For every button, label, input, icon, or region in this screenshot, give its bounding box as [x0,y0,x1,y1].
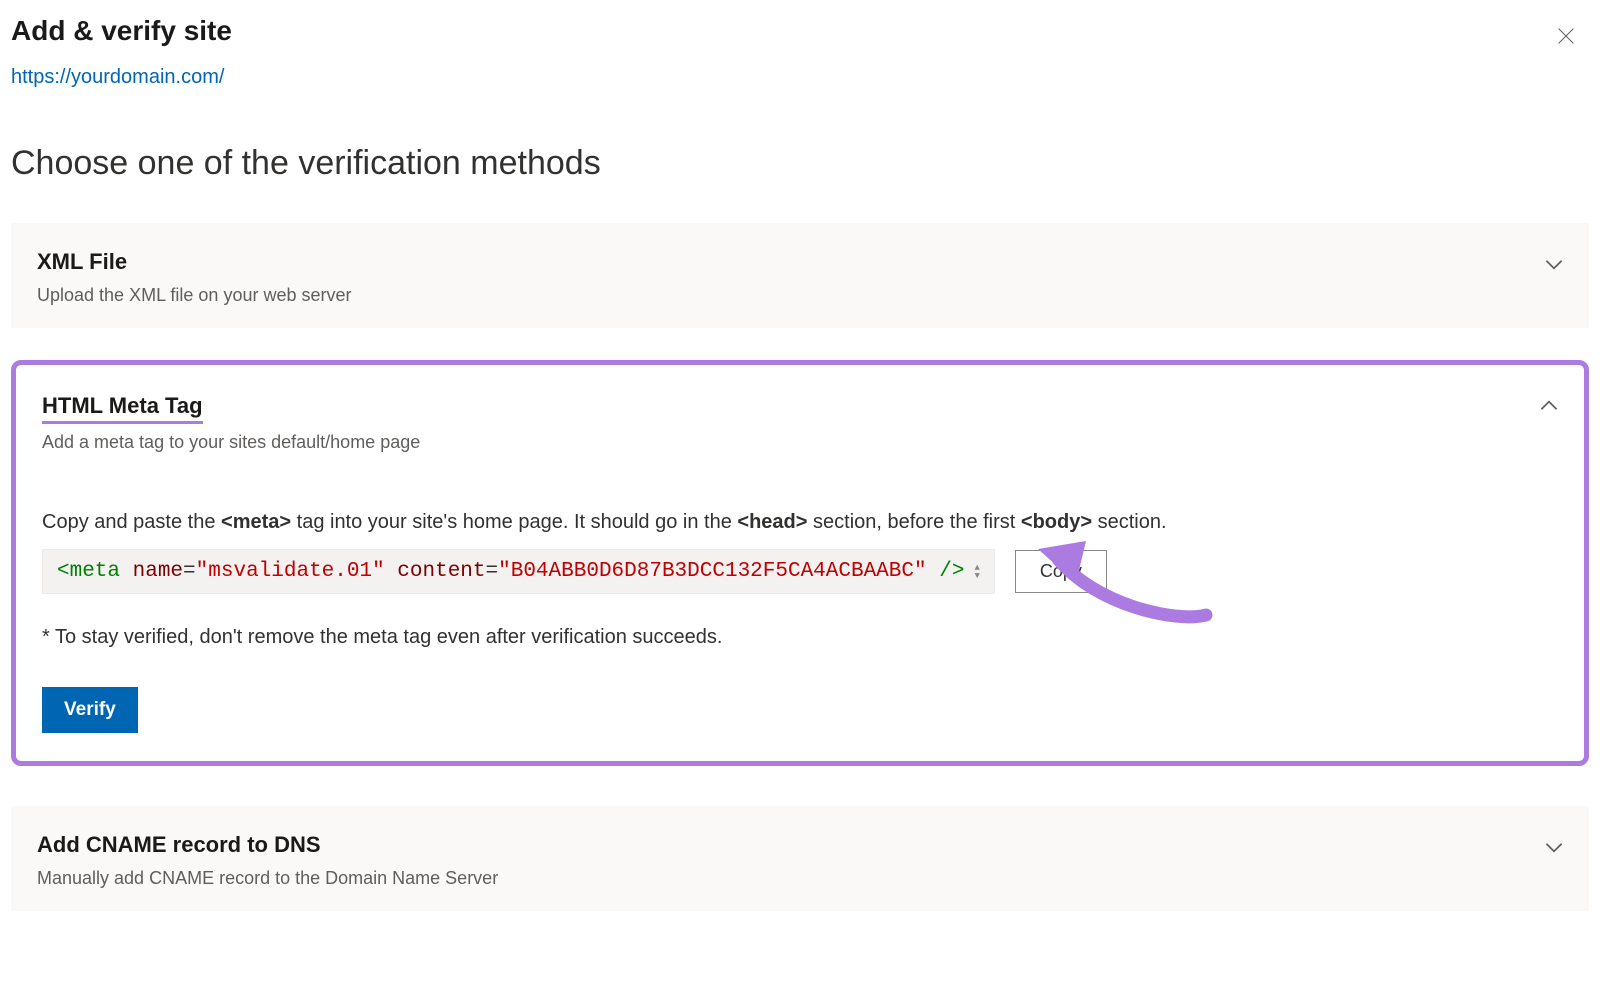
code-token: "msvalidate.01" [196,560,385,583]
method-cname-dns[interactable]: Add CNAME record to DNS Manually add CNA… [11,806,1589,911]
chevron-down-icon [1541,834,1567,865]
method-cname-subtitle: Manually add CNAME record to the Domain … [37,868,1563,889]
section-heading: Choose one of the verification methods [11,144,1589,183]
method-xml-file[interactable]: XML File Upload the XML file on your web… [11,223,1589,328]
stepper-arrows-icon[interactable]: ▲▼ [974,564,979,580]
method-meta-title: HTML Meta Tag [42,393,203,424]
verify-button[interactable]: Verify [42,687,138,733]
chevron-down-icon [1541,251,1567,282]
method-xml-subtitle: Upload the XML file on your web server [37,285,1563,306]
chevron-up-icon [1536,393,1562,424]
site-url-link[interactable]: https://yourdomain.com/ [11,66,224,89]
method-meta-subtitle: Add a meta tag to your sites default/hom… [42,432,1558,453]
page-title: Add & verify site [11,15,232,47]
code-token: "B04ABB0D6D87B3DCC132F5CA4ACBAABC" [498,560,926,583]
code-token: /> [939,560,964,583]
meta-tag-code-box[interactable]: <meta name="msvalidate.01" content="B04A… [42,549,995,594]
method-html-meta-tag[interactable]: HTML Meta Tag Add a meta tag to your sit… [11,360,1589,766]
code-token: name [133,560,183,583]
close-icon [1555,25,1577,47]
close-button[interactable] [1555,15,1585,52]
meta-instruction-text: Copy and paste the <meta> tag into your … [42,507,1558,537]
copy-button[interactable]: Copy [1015,550,1107,593]
method-cname-title: Add CNAME record to DNS [37,832,1563,858]
code-token: <meta [57,560,120,583]
code-token: content [397,560,485,583]
meta-note-text: * To stay verified, don't remove the met… [42,626,1558,649]
method-xml-title: XML File [37,249,1563,275]
